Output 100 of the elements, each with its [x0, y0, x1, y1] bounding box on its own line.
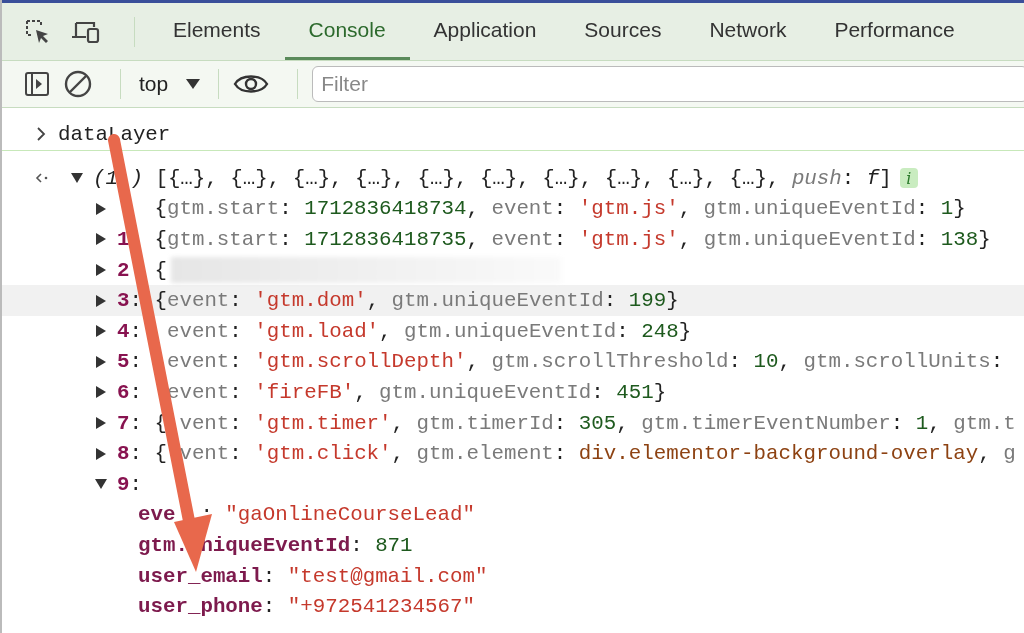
console-text: 'gtm.js': [578, 228, 679, 251]
console-text: gtm.start: [166, 228, 280, 251]
console-text: "test@gmail.com": [287, 564, 488, 588]
console-text: ,: [978, 442, 992, 466]
console-text: 305: [578, 411, 617, 435]
console-text: :: [229, 289, 243, 313]
console-text: :: [890, 411, 905, 435]
prompt-chevron-icon: [36, 126, 46, 142]
console-text: gtm.timerId: [416, 411, 554, 435]
console-text: :: [129, 472, 142, 496]
console-text: gtm.t: [953, 411, 1016, 435]
console-text: 138: [940, 228, 979, 251]
expand-triangle-icon[interactable]: [94, 201, 108, 216]
panel-tab[interactable]: Application: [409, 3, 561, 60]
console-text: event: [491, 197, 554, 221]
info-badge[interactable]: i: [899, 168, 918, 189]
console-text: :: [279, 228, 293, 251]
console-text: gtm.start: [166, 197, 280, 221]
console-text: {: [153, 228, 167, 251]
expand-triangle-icon[interactable]: [94, 263, 108, 278]
clear-console-icon[interactable]: [64, 70, 92, 98]
console-text: f: [866, 166, 880, 190]
console-text: 'gtm.timer': [254, 411, 392, 435]
console-text: :: [262, 564, 277, 588]
return-arrow-icon: [34, 172, 50, 185]
expand-triangle-icon[interactable]: [94, 416, 108, 431]
console-text: :: [229, 350, 243, 374]
sidebar-toggle-icon[interactable]: [24, 71, 50, 97]
panel-tab[interactable]: Network: [685, 3, 811, 60]
console-text: :: [616, 319, 630, 343]
console-text: 4: [117, 319, 130, 343]
console-text: :: [262, 595, 277, 619]
console-text: :: [350, 533, 364, 557]
console-text: 1: [915, 411, 929, 435]
console-text: :: [129, 319, 143, 343]
panel-tab[interactable]: Elements: [149, 3, 285, 60]
console-text: ,: [354, 380, 368, 404]
console-text: user_email: [138, 564, 263, 588]
console-text: :: [841, 166, 856, 190]
console-text: }: [978, 228, 991, 251]
console-text: }: [653, 380, 667, 404]
caret-icon: [186, 79, 201, 89]
console-text: }: [953, 197, 966, 221]
console-text: 3: [117, 289, 130, 313]
console-text: push: [791, 166, 842, 190]
console-text: 'gtm.load': [254, 319, 380, 343]
console-text: ,: [379, 319, 393, 343]
console-text: ,: [678, 197, 693, 221]
console-text: }: [666, 289, 679, 313]
console-text: :: [229, 380, 243, 404]
console-text: gtm.: [138, 533, 188, 557]
console-text: }: [678, 319, 692, 343]
console-text: 1712836418734: [304, 197, 467, 221]
console-text: 9: [117, 472, 130, 496]
expand-triangle-icon[interactable]: [94, 293, 108, 308]
console-text: niqueEventId: [200, 533, 351, 557]
console-text: 1712836418735: [304, 228, 467, 251]
console-text: 'gtm.dom': [254, 289, 367, 313]
console-text: {: [153, 197, 167, 221]
console-text: 'fireFB': [254, 380, 355, 404]
console-text: :: [229, 442, 243, 466]
console-text: :: [229, 319, 243, 343]
panel-tab[interactable]: Sources: [560, 3, 686, 60]
console-text: event: [166, 289, 230, 313]
console-text: :: [990, 350, 1004, 374]
console-text: event: [166, 319, 230, 343]
console-text: {: [153, 258, 167, 282]
console-text: ,: [466, 350, 480, 374]
console-text: :: [129, 350, 143, 374]
console-text: :: [229, 411, 243, 435]
expand-triangle-icon[interactable]: [94, 354, 108, 369]
console-text: "gaOnlineCourseLead": [225, 503, 475, 527]
filter-field[interactable]: Filter: [312, 66, 1024, 102]
console-text: gtm.uniqueEventId: [404, 319, 617, 343]
console-text: "+972541234567": [287, 595, 475, 619]
console-text: event: [166, 380, 230, 404]
expand-triangle-icon[interactable]: [94, 232, 108, 247]
console-text: :: [728, 350, 743, 374]
console-text: :: [603, 289, 618, 313]
console-command: dataLayer: [58, 122, 171, 146]
console-text: vent: [179, 411, 230, 435]
console-text: gtm.timerEventNumber: [641, 411, 891, 435]
console-text: gtm.uniqueEventId: [703, 228, 916, 251]
context-dropdown[interactable]: top: [135, 72, 205, 96]
console-text: div.elementor-background-overlay: [578, 442, 979, 466]
console-text: event: [491, 228, 554, 251]
console-text: :: [915, 197, 930, 221]
console-text: eve: [138, 503, 176, 527]
console-text: 248: [641, 319, 679, 343]
console-text: [{…}, {…}, {…}, {…}, {…}, {…}, {…}, {…}, {…}, {…},: [154, 166, 781, 190]
console-text: 8: [117, 442, 130, 466]
expand-triangle-icon[interactable]: [94, 324, 108, 339]
console-text: ,: [678, 228, 693, 251]
panel-tab[interactable]: Performance: [810, 3, 979, 60]
expand-triangle-icon[interactable]: [94, 385, 108, 400]
console-text: :: [279, 197, 293, 221]
console-text: ,: [778, 350, 792, 374]
eye-icon[interactable]: [233, 72, 270, 96]
expand-triangle-icon[interactable]: [94, 446, 108, 461]
console-text: gtm.scrollThreshold: [491, 350, 729, 374]
